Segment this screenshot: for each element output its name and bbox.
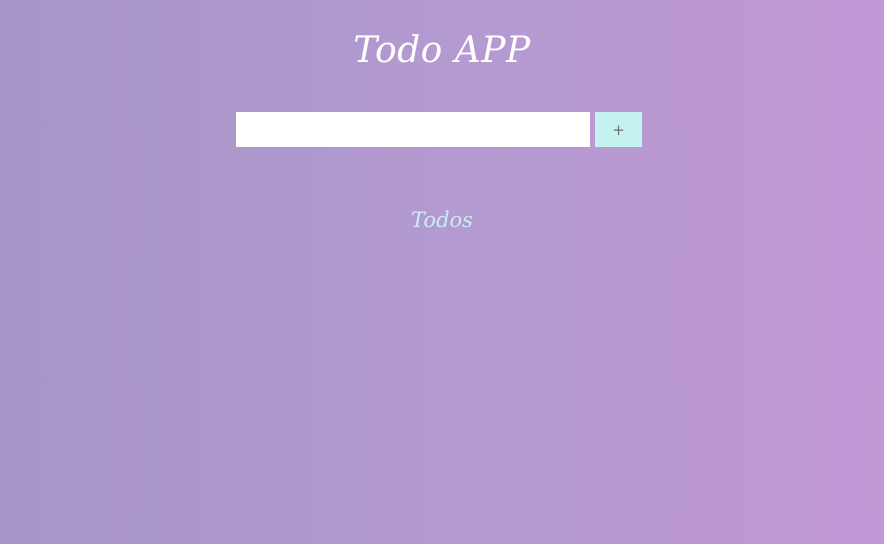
- add-todo-form: +: [236, 112, 642, 147]
- todo-input[interactable]: [236, 112, 590, 147]
- todos-heading: Todos: [411, 208, 473, 232]
- add-todo-button[interactable]: +: [595, 112, 642, 147]
- app-root: { "app": { "title": "Todo APP" }, "form"…: [0, 0, 884, 544]
- app-title: Todo APP: [353, 30, 531, 71]
